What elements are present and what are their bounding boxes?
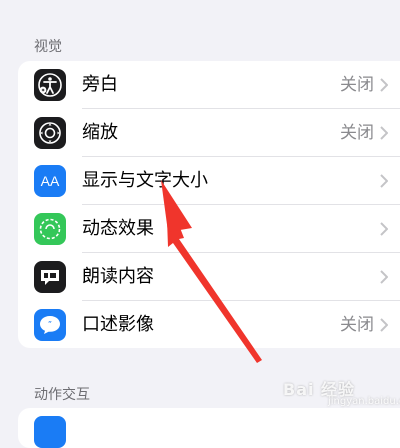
row-motion[interactable]: 动态效果 — [18, 205, 400, 253]
zoom-icon — [34, 117, 66, 149]
row-display-text-size[interactable]: AA 显示与文字大小 — [18, 157, 400, 205]
row-partial[interactable] — [18, 408, 400, 448]
chevron-right-icon — [380, 78, 388, 92]
motion-icon — [34, 213, 66, 245]
row-value: 关闭 — [340, 123, 374, 143]
row-zoom[interactable]: 缩放 关闭 — [18, 109, 400, 157]
row-audio-descriptions[interactable]: ” 口述影像 关闭 — [18, 301, 400, 348]
spoken-content-icon — [34, 261, 66, 293]
chevron-right-icon — [380, 174, 388, 188]
text-size-icon: AA — [34, 165, 66, 197]
chevron-right-icon — [380, 270, 388, 284]
chevron-right-icon — [380, 318, 388, 332]
row-value: 关闭 — [340, 315, 374, 335]
row-label: 朗读内容 — [82, 266, 154, 287]
touch-icon — [34, 416, 66, 448]
voiceover-icon — [34, 69, 66, 101]
svg-text:”: ” — [48, 320, 52, 329]
audio-description-icon: ” — [34, 309, 66, 341]
watermark-sub: jingyan.baidu.com — [328, 396, 400, 407]
row-label: 动态效果 — [82, 218, 154, 239]
row-label: 旁白 — [82, 74, 118, 95]
section-header-vision: 视觉 — [34, 39, 62, 55]
chevron-right-icon — [380, 222, 388, 236]
chevron-right-icon — [380, 126, 388, 140]
row-label: 口述影像 — [82, 314, 154, 335]
section-header-interaction: 动作交互 — [34, 387, 90, 403]
row-label: 缩放 — [82, 122, 118, 143]
row-value: 关闭 — [340, 75, 374, 95]
interaction-settings-group — [18, 408, 400, 448]
text-size-glyph: AA — [40, 173, 60, 189]
row-spoken-content[interactable]: 朗读内容 — [18, 253, 400, 301]
vision-settings-group: 旁白 关闭 缩放 关闭 AA 显示与文字大小 动态效果 朗读内容 ” 口述影像 … — [18, 61, 400, 348]
row-label: 显示与文字大小 — [82, 170, 208, 191]
row-voiceover[interactable]: 旁白 关闭 — [18, 61, 400, 109]
